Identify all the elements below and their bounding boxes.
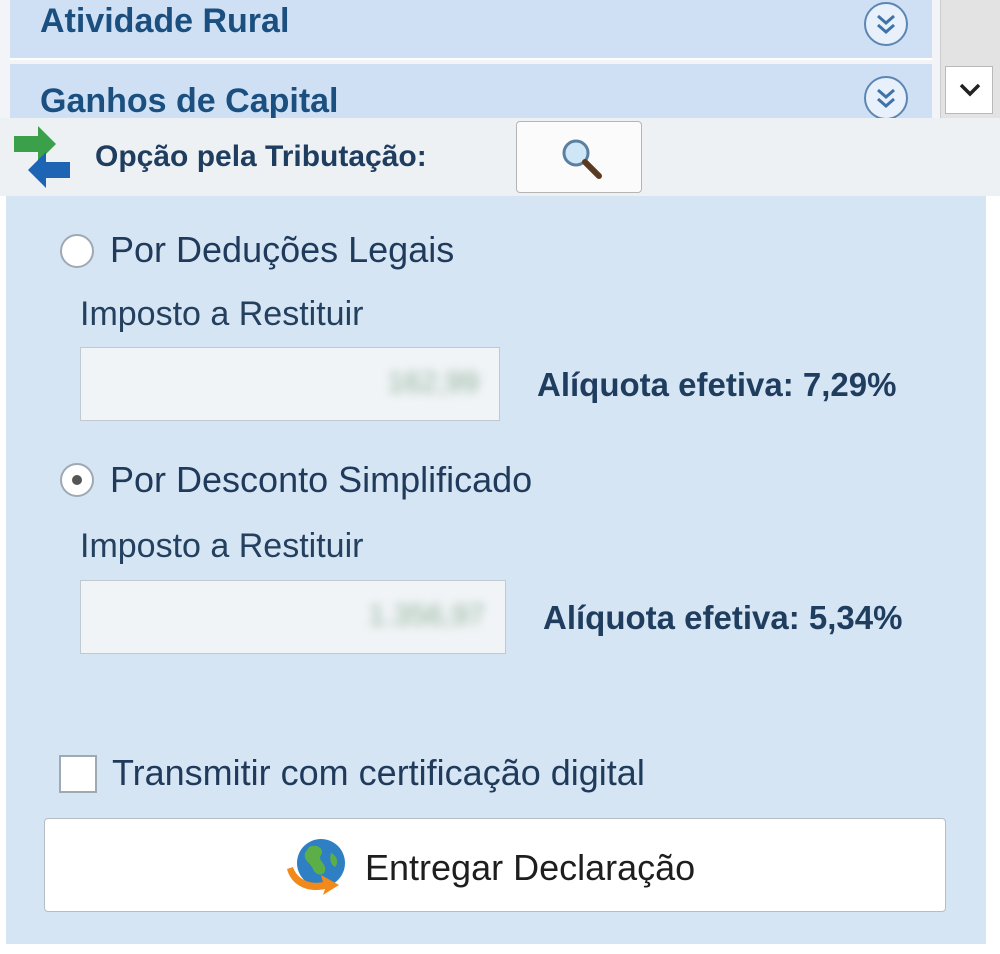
entregar-declaracao-label: Entregar Declaração <box>365 847 696 888</box>
deducoes-legais-label[interactable]: Por Deduções Legais <box>110 229 454 271</box>
entregar-declaracao-button[interactable]: Entregar Declaração <box>44 818 946 912</box>
deducoes-legais-radio[interactable] <box>60 234 94 268</box>
swap-arrows-icon <box>12 124 74 194</box>
globe-send-icon <box>281 835 349 901</box>
chevron-down-icon <box>959 83 981 97</box>
section-label: Ganhos de Capital <box>40 82 339 118</box>
list-scrollbar[interactable] <box>940 0 1000 118</box>
desconto-simplificado-label[interactable]: Por Desconto Simplificado <box>110 459 532 501</box>
sections-list: Atividade Rural Ganhos de Capital <box>0 0 940 118</box>
magnifier-icon <box>562 139 602 179</box>
imposto-restituir-value: 162,99 <box>387 366 479 399</box>
double-chevron-down-icon[interactable] <box>864 2 908 46</box>
double-chevron-down-icon[interactable] <box>864 76 908 118</box>
imposto-restituir-value: 1.356,97 <box>368 599 485 632</box>
section-label: Atividade Rural <box>40 2 290 40</box>
aliquota-efetiva-label: Alíquota efetiva: 5,34% <box>543 599 903 636</box>
imposto-restituir-label: Imposto a Restituir <box>80 295 364 333</box>
aliquota-efetiva-label: Alíquota efetiva: 7,29% <box>537 366 897 403</box>
section-ganhos-de-capital[interactable]: Ganhos de Capital <box>10 64 932 118</box>
search-button[interactable] <box>516 121 642 193</box>
section-atividade-rural[interactable]: Atividade Rural <box>10 0 932 60</box>
imposto-restituir-label: Imposto a Restituir <box>80 527 364 565</box>
taxation-header: Opção pela Tributação: <box>0 118 1000 196</box>
taxation-title: Opção pela Tributação: <box>95 140 427 173</box>
digital-cert-checkbox[interactable] <box>59 755 97 793</box>
taxation-panel: Por Deduções Legais Imposto a Restituir … <box>6 196 986 944</box>
scroll-down-button[interactable] <box>945 66 993 114</box>
radio-selected-dot <box>72 475 82 485</box>
digital-cert-label[interactable]: Transmitir com certificação digital <box>112 752 645 794</box>
desconto-simplificado-radio[interactable] <box>60 463 94 497</box>
imposto-restituir-field: 1.356,97 <box>80 580 506 654</box>
imposto-restituir-field: 162,99 <box>80 347 500 421</box>
